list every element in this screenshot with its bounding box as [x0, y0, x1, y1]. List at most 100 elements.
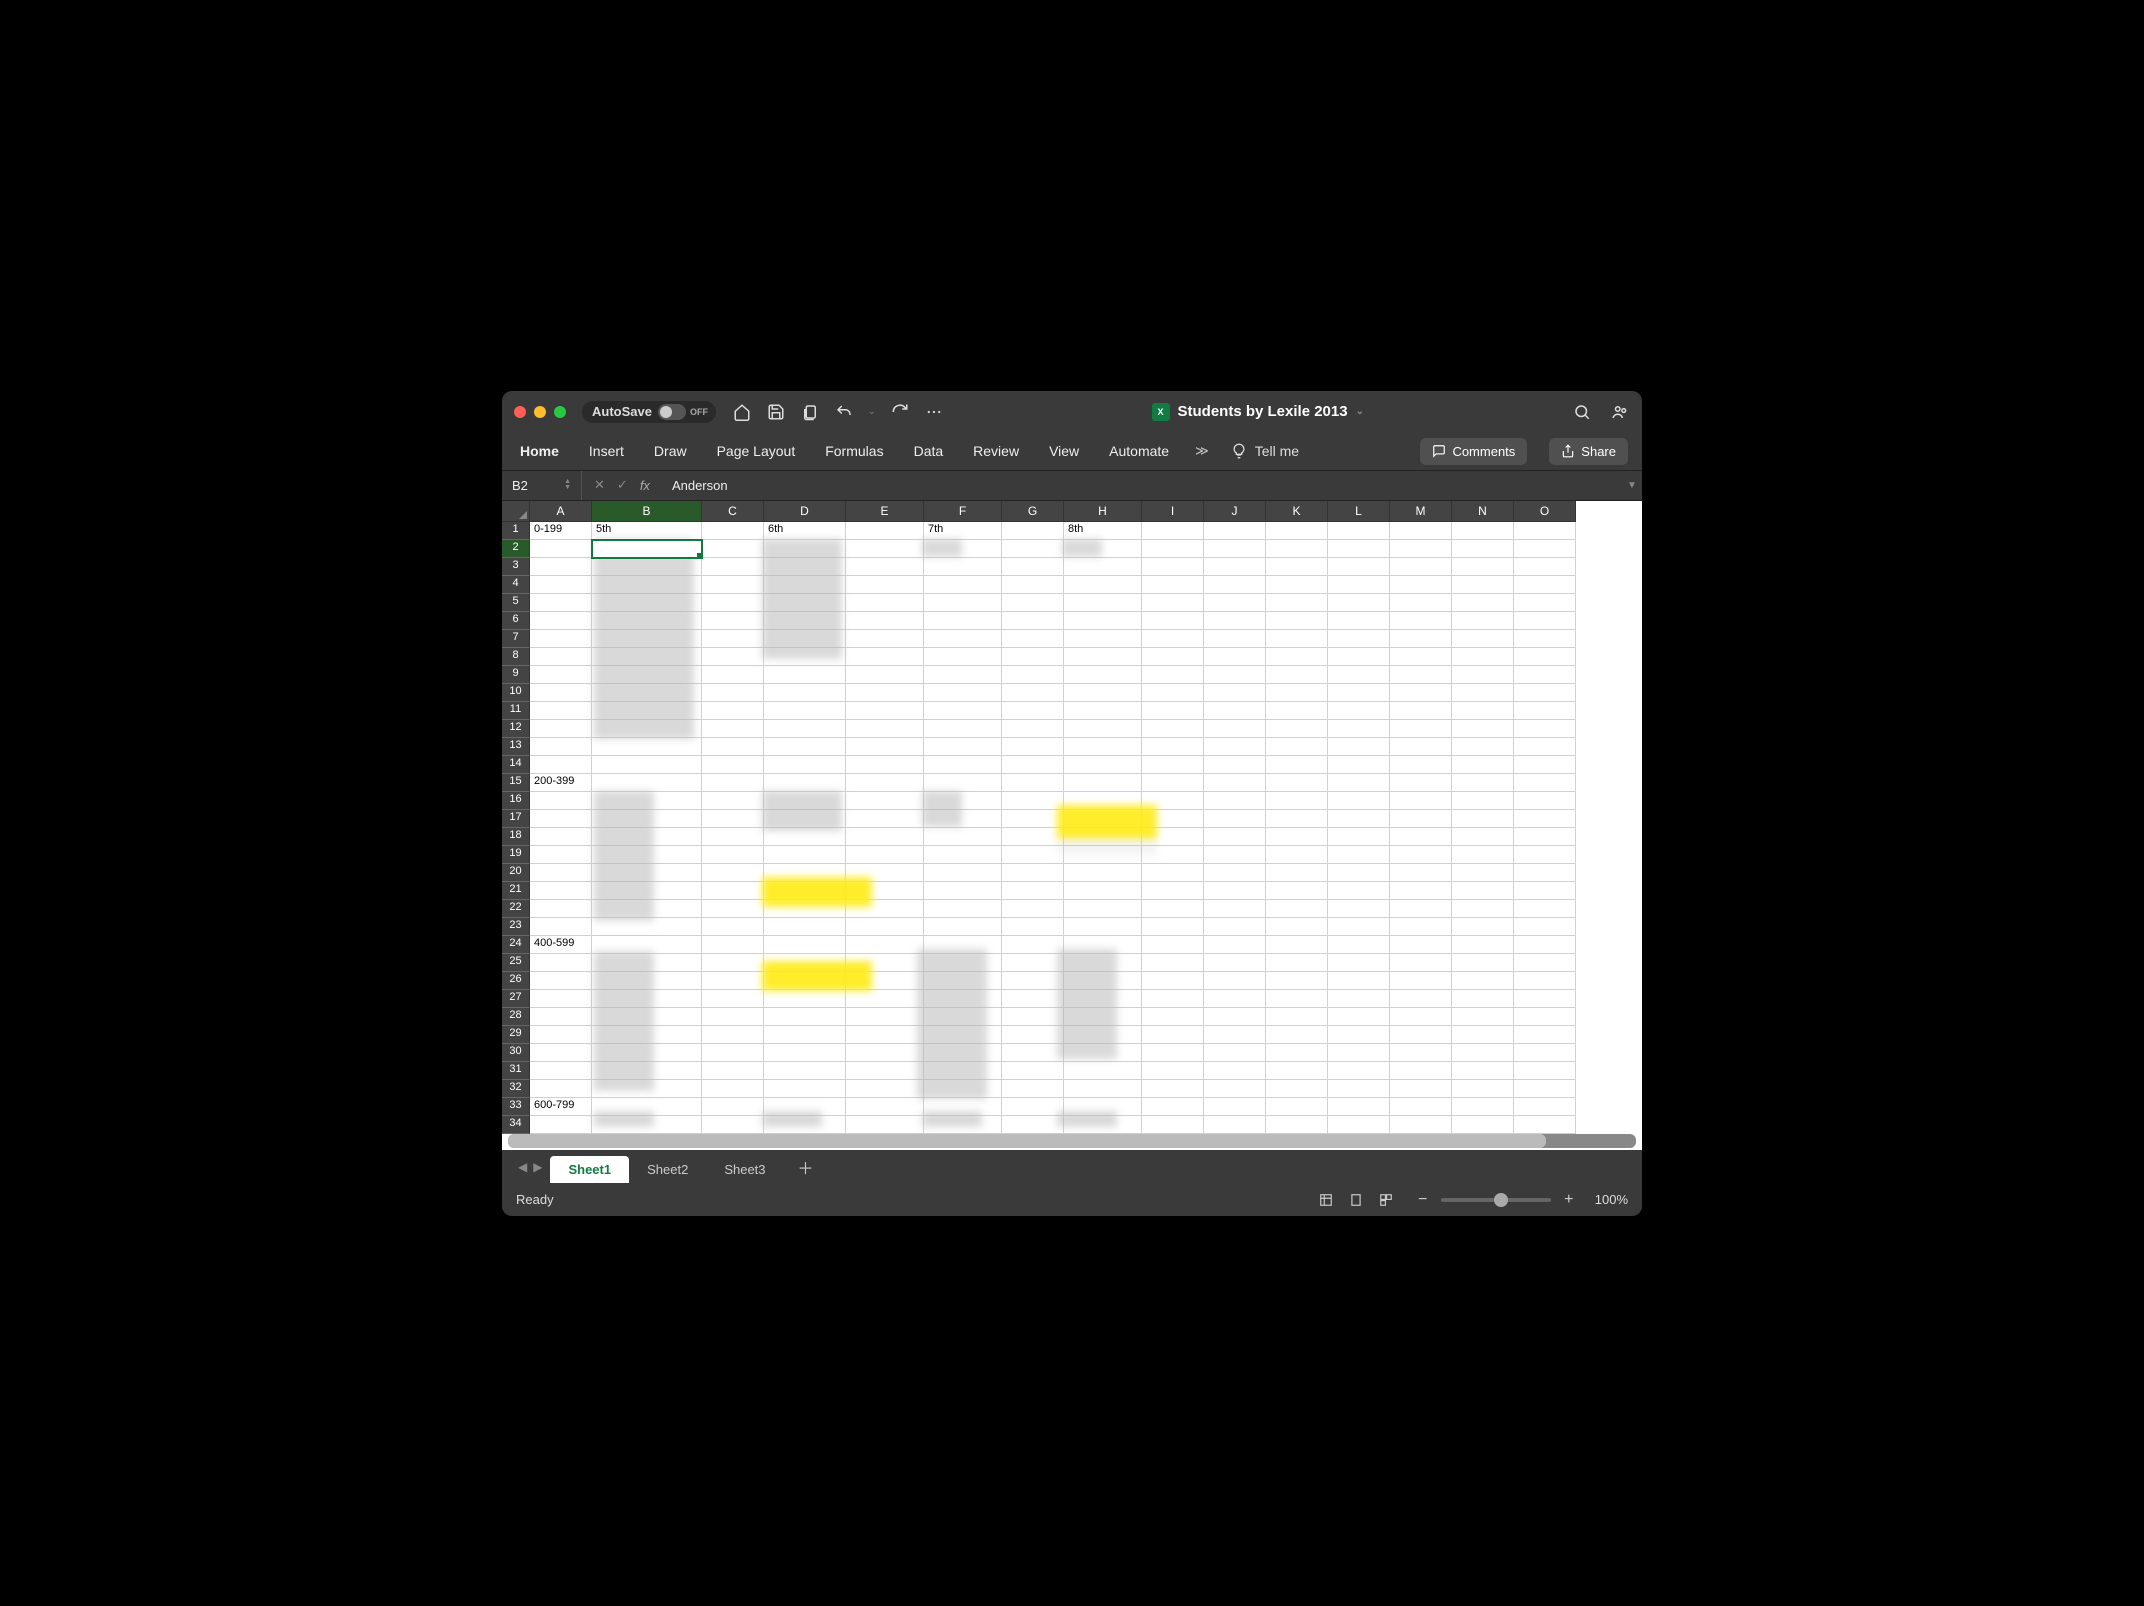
cell[interactable]	[1204, 594, 1266, 612]
select-all-corner[interactable]	[502, 501, 530, 522]
undo-dropdown-icon[interactable]: ⌄	[868, 406, 876, 417]
cell[interactable]	[1390, 810, 1452, 828]
cell[interactable]	[1514, 612, 1576, 630]
cell[interactable]	[530, 1044, 592, 1062]
cell[interactable]	[1002, 864, 1064, 882]
cell[interactable]	[1002, 846, 1064, 864]
normal-view-icon[interactable]	[1311, 1189, 1341, 1211]
accept-formula-icon[interactable]: ✓	[617, 477, 628, 493]
cell[interactable]	[1204, 738, 1266, 756]
zoom-in-button[interactable]: +	[1561, 1191, 1577, 1209]
cell[interactable]	[1002, 918, 1064, 936]
tell-me-search[interactable]: Tell me	[1231, 443, 1299, 459]
cell[interactable]	[702, 648, 764, 666]
cell[interactable]	[1266, 594, 1328, 612]
cell[interactable]	[1204, 612, 1266, 630]
home-icon[interactable]	[732, 402, 752, 422]
cell[interactable]	[764, 630, 846, 648]
comments-button[interactable]: Comments	[1420, 438, 1527, 465]
row-header[interactable]: 8	[502, 648, 530, 666]
cell[interactable]	[1452, 594, 1514, 612]
cell[interactable]	[1142, 576, 1204, 594]
cell[interactable]	[1514, 846, 1576, 864]
cell[interactable]	[702, 918, 764, 936]
cell[interactable]	[1002, 1116, 1064, 1134]
cell[interactable]	[924, 648, 1002, 666]
cell[interactable]	[1266, 666, 1328, 684]
cell[interactable]	[1064, 666, 1142, 684]
cell[interactable]	[846, 882, 924, 900]
cell[interactable]	[592, 756, 702, 774]
column-header[interactable]: K	[1266, 501, 1328, 522]
cell[interactable]	[1204, 702, 1266, 720]
cell[interactable]	[924, 1098, 1002, 1116]
cell[interactable]	[1514, 738, 1576, 756]
maximize-window-button[interactable]	[554, 406, 566, 418]
cell[interactable]	[1064, 720, 1142, 738]
row-header[interactable]: 13	[502, 738, 530, 756]
cell[interactable]	[1142, 540, 1204, 558]
cell[interactable]	[764, 738, 846, 756]
cell[interactable]	[530, 1026, 592, 1044]
cell[interactable]	[1266, 792, 1328, 810]
cell[interactable]	[592, 1026, 702, 1044]
cell[interactable]	[702, 882, 764, 900]
cell[interactable]	[1142, 1116, 1204, 1134]
cell[interactable]	[846, 972, 924, 990]
cell[interactable]	[1064, 558, 1142, 576]
cell[interactable]	[1328, 540, 1390, 558]
cell[interactable]	[764, 1026, 846, 1044]
row-header[interactable]: 24	[502, 936, 530, 954]
save-icon[interactable]	[766, 402, 786, 422]
page-layout-view-icon[interactable]	[1341, 1189, 1371, 1211]
cell[interactable]	[1514, 1026, 1576, 1044]
cell[interactable]	[1064, 1044, 1142, 1062]
expand-formula-bar-icon[interactable]: ▼	[1622, 480, 1642, 491]
cell[interactable]	[592, 864, 702, 882]
cell[interactable]	[530, 990, 592, 1008]
cell[interactable]	[702, 1062, 764, 1080]
cell[interactable]	[1002, 648, 1064, 666]
cell[interactable]	[1142, 846, 1204, 864]
cell[interactable]: 6th	[764, 522, 846, 540]
cell[interactable]	[924, 972, 1002, 990]
cell[interactable]	[1204, 792, 1266, 810]
sheet-tab-3[interactable]: Sheet3	[706, 1156, 783, 1183]
cell[interactable]	[530, 1080, 592, 1098]
cell[interactable]	[702, 576, 764, 594]
cell[interactable]	[1204, 846, 1266, 864]
cell[interactable]	[530, 954, 592, 972]
cell[interactable]	[1002, 684, 1064, 702]
cell[interactable]	[1266, 846, 1328, 864]
cell[interactable]	[846, 702, 924, 720]
cell[interactable]: 0-199	[530, 522, 592, 540]
cell[interactable]	[1204, 756, 1266, 774]
cell[interactable]	[1514, 720, 1576, 738]
cell[interactable]	[1328, 828, 1390, 846]
cell[interactable]	[1204, 648, 1266, 666]
cell[interactable]	[592, 540, 702, 558]
cell[interactable]	[530, 684, 592, 702]
cell[interactable]	[1514, 576, 1576, 594]
cell[interactable]	[592, 936, 702, 954]
row-header[interactable]: 18	[502, 828, 530, 846]
cell[interactable]	[1452, 972, 1514, 990]
cell[interactable]	[592, 990, 702, 1008]
cell[interactable]	[1266, 738, 1328, 756]
cell[interactable]	[1002, 594, 1064, 612]
cell[interactable]	[702, 1026, 764, 1044]
column-header[interactable]: B	[592, 501, 702, 522]
zoom-slider[interactable]	[1441, 1198, 1551, 1202]
cell[interactable]	[846, 558, 924, 576]
cell[interactable]	[1452, 1062, 1514, 1080]
cell[interactable]	[1328, 792, 1390, 810]
cell[interactable]	[1266, 900, 1328, 918]
cell[interactable]	[1514, 918, 1576, 936]
cell[interactable]	[1390, 540, 1452, 558]
cell[interactable]: 400-599	[530, 936, 592, 954]
cell[interactable]: 5th	[592, 522, 702, 540]
cell[interactable]: 7th	[924, 522, 1002, 540]
cell[interactable]	[1064, 954, 1142, 972]
cell[interactable]	[1452, 936, 1514, 954]
sheet-prev-icon[interactable]: ◀	[518, 1160, 527, 1174]
